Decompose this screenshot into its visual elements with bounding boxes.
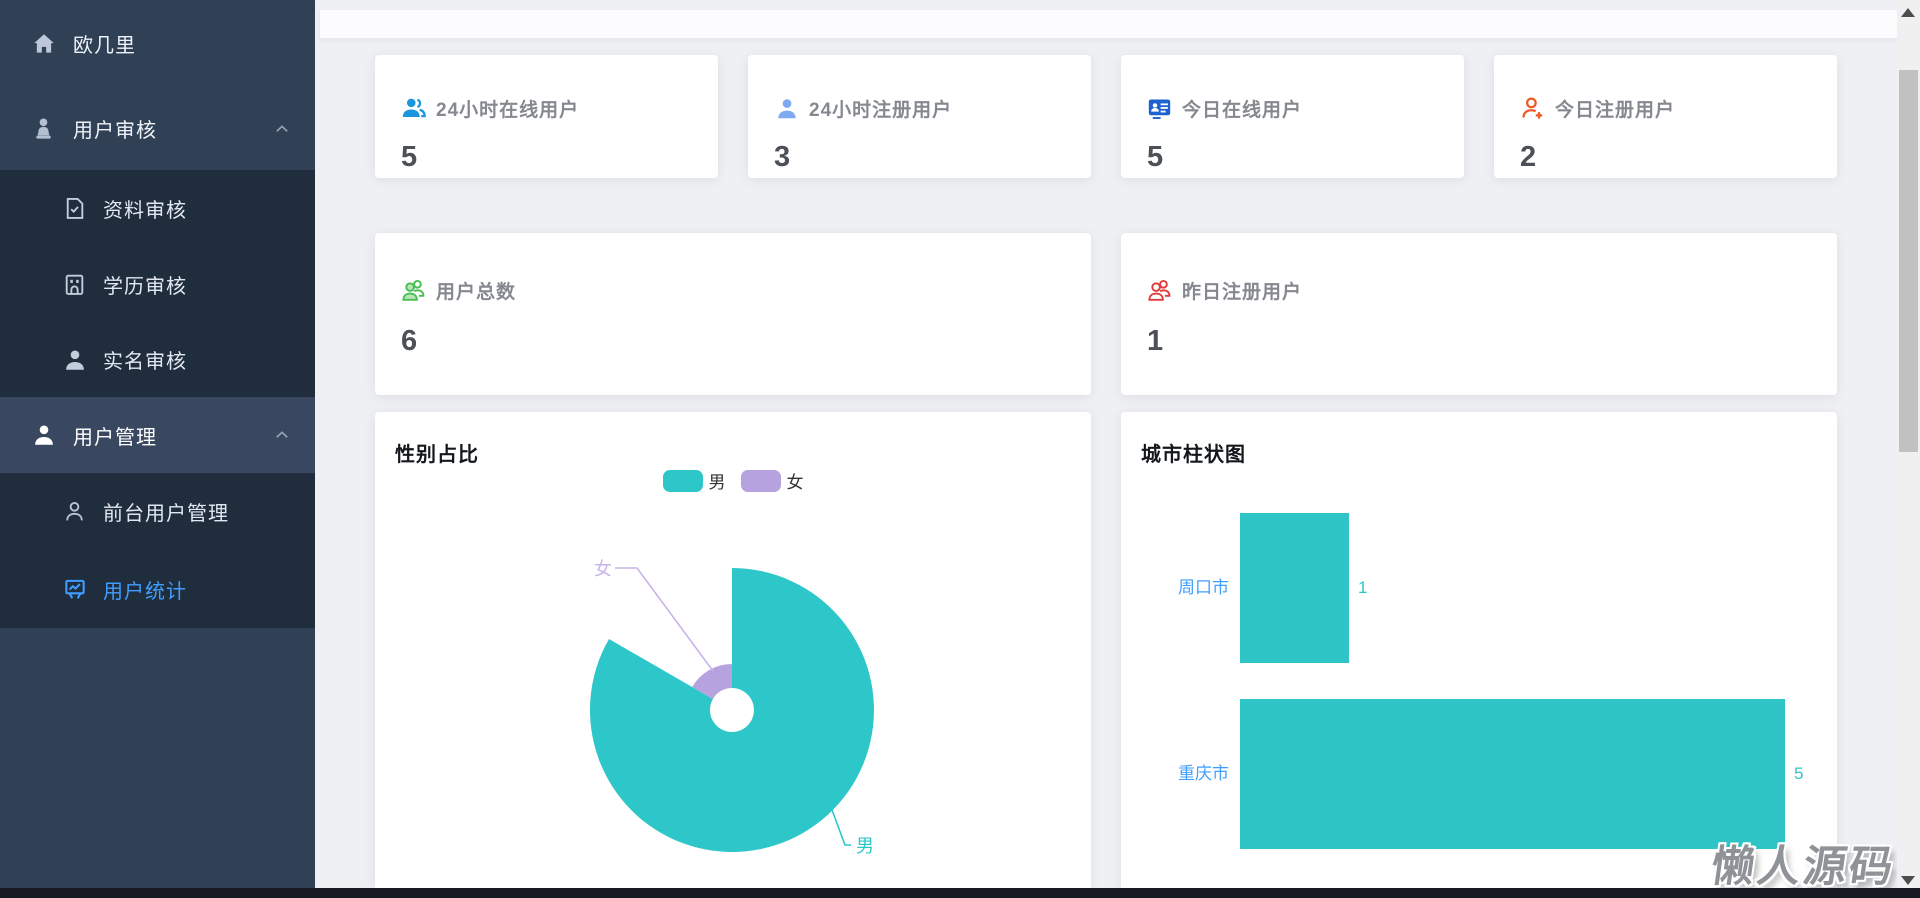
- stat-card-registered-24h: 24小时注册用户 3: [748, 55, 1091, 178]
- sidebar-item-data-review[interactable]: 资料审核: [0, 170, 315, 246]
- stat-card-label: 昨日注册用户: [1182, 277, 1302, 304]
- scroll-up-arrow-icon[interactable]: [1901, 8, 1915, 17]
- stat-card-online-today: 今日在线用户 5: [1121, 55, 1464, 178]
- stat-card-label: 24小时注册用户: [809, 95, 952, 122]
- document-check-icon: [61, 195, 88, 222]
- stat-card-registered-today: 今日注册用户 2: [1494, 55, 1837, 178]
- user-icon: [30, 422, 57, 449]
- pie-slice-男[interactable]: [590, 568, 874, 852]
- pie-slice-label: 男: [856, 836, 874, 856]
- stat-card-label: 24小时在线用户: [436, 95, 579, 122]
- bottom-edge-strip: [0, 888, 1920, 898]
- stat-card-value: 3: [774, 141, 790, 174]
- stat-card-registered-yesterday: 昨日注册用户 1: [1121, 233, 1837, 395]
- stat-card-online-24h: 24小时在线用户 5: [375, 55, 718, 178]
- gender-pie-chart-card: 性别占比 男女 男女: [375, 412, 1091, 888]
- stat-card-value: 6: [401, 325, 417, 358]
- scrollbar-thumb[interactable]: [1899, 70, 1918, 452]
- sidebar-item-frontend-user-management[interactable]: 前台用户管理: [0, 473, 315, 550]
- sidebar-item-label: 学历审核: [103, 270, 187, 299]
- user-icon: [61, 346, 88, 373]
- sidebar-item-label: 前台用户管理: [103, 497, 229, 526]
- pie-label-line: [832, 810, 851, 845]
- content-top-band: [320, 10, 1897, 38]
- city-bar-chart-card: 城市柱状图 周口市1重庆市5: [1121, 412, 1837, 888]
- users-filled-icon: [400, 95, 427, 122]
- user-outline-icon: [61, 498, 88, 525]
- sidebar-item-label: 欧几里: [73, 29, 136, 58]
- user-plus-icon: [1519, 95, 1546, 122]
- bar-重庆市[interactable]: [1240, 699, 1785, 849]
- chevron-up-icon: [273, 120, 291, 138]
- city-bar-chart: 周口市 1 重庆市 5: [1121, 412, 1837, 888]
- bar-category-label: 周口市: [1147, 513, 1229, 663]
- scroll-down-arrow-icon[interactable]: [1901, 876, 1915, 885]
- sidebar-item-label: 实名审核: [103, 345, 187, 374]
- stat-card-label: 今日注册用户: [1555, 95, 1675, 122]
- stat-card-value: 1: [1147, 325, 1163, 358]
- sidebar: 欧几里 用户审核 资料审核 学历审核: [0, 0, 315, 898]
- chart-board-icon: [61, 576, 88, 603]
- home-icon: [30, 30, 57, 57]
- stat-card-value: 5: [1147, 141, 1163, 174]
- users-group-icon: [400, 277, 427, 304]
- stat-card-value: 5: [401, 141, 417, 174]
- sidebar-item-user-review[interactable]: 用户审核: [0, 87, 315, 170]
- chevron-up-icon: [273, 426, 291, 444]
- users-outline-icon: [1146, 277, 1173, 304]
- sidebar-item-label: 资料审核: [103, 194, 187, 223]
- vertical-scrollbar[interactable]: [1897, 0, 1920, 888]
- sidebar-item-education-review[interactable]: 学历审核: [0, 246, 315, 322]
- bar-value-label: 5: [1794, 699, 1803, 849]
- watermark: 懒人源码: [1708, 832, 1901, 894]
- user-stamp-icon: [30, 115, 57, 142]
- bar-value-label: 1: [1358, 513, 1367, 663]
- pie-slice-label: 女: [594, 559, 612, 579]
- gender-pie-chart: 男女: [375, 412, 1091, 888]
- bar-category-label: 重庆市: [1147, 699, 1229, 849]
- stat-card-value: 2: [1520, 141, 1536, 174]
- sidebar-item-label: 用户审核: [73, 114, 157, 143]
- sidebar-item-home[interactable]: 欧几里: [0, 0, 315, 87]
- sidebar-item-user-statistics[interactable]: 用户统计: [0, 550, 315, 628]
- sidebar-item-label: 用户统计: [103, 575, 187, 604]
- screen: 欧几里 用户审核 资料审核 学历审核: [0, 0, 1920, 898]
- stat-card-label: 用户总数: [436, 277, 516, 304]
- bar-周口市[interactable]: [1240, 513, 1349, 663]
- stat-card-label: 今日在线用户: [1182, 95, 1302, 122]
- building-icon: [61, 271, 88, 298]
- user-filled-icon: [773, 95, 800, 122]
- sidebar-item-user-management[interactable]: 用户管理: [0, 397, 315, 473]
- stat-card-total-users: 用户总数 6: [375, 233, 1091, 395]
- sidebar-item-label: 用户管理: [73, 421, 157, 450]
- id-card-icon: [1146, 95, 1173, 122]
- sidebar-item-realname-review[interactable]: 实名审核: [0, 322, 315, 397]
